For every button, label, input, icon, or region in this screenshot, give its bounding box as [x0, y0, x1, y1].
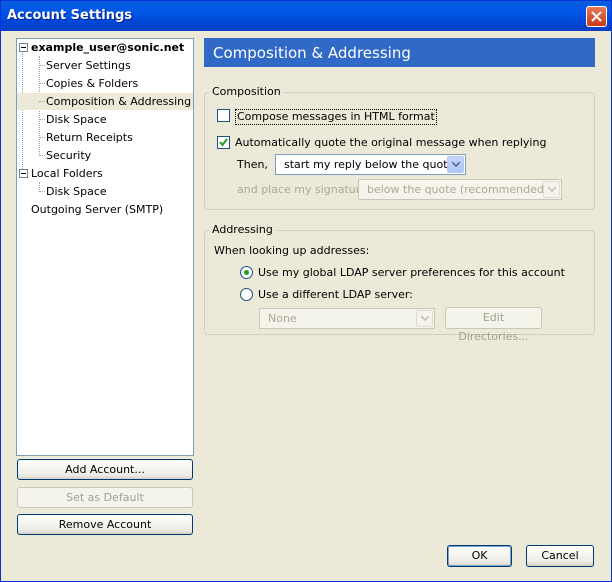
dropdown-arrow[interactable]	[447, 156, 464, 173]
set-default-button[interactable]: Set as Default	[17, 487, 193, 508]
tree-item-return-receipts[interactable]: Return Receipts	[46, 129, 133, 146]
add-account-button[interactable]: Add Account...	[17, 459, 193, 480]
chevron-down-icon	[548, 187, 556, 192]
tree-branch	[39, 137, 45, 138]
chevron-down-icon	[452, 162, 460, 167]
remove-account-button[interactable]: Remove Account	[17, 514, 193, 535]
composition-legend: Composition	[209, 85, 284, 99]
title-bar[interactable]: Account Settings	[1, 1, 611, 31]
tree-outgoing-server[interactable]: Outgoing Server (SMTP)	[31, 201, 163, 218]
ldap-server-value: None	[268, 312, 297, 325]
window-title: Account Settings	[7, 8, 133, 23]
auto-quote-label[interactable]: Automatically quote the original message…	[235, 136, 546, 150]
close-icon	[591, 11, 602, 22]
different-ldap-radio[interactable]	[240, 288, 253, 301]
collapse-icon[interactable]	[19, 169, 28, 178]
signature-position-select[interactable]: below the quote (recommended)	[358, 179, 562, 200]
different-ldap-label[interactable]: Use a different LDAP server:	[258, 288, 413, 302]
reply-position-value: start my reply below the quote	[284, 158, 455, 171]
signature-label: and place my signature	[237, 183, 367, 196]
tree-item-server-settings[interactable]: Server Settings	[46, 57, 131, 74]
dropdown-arrow[interactable]	[543, 181, 560, 198]
close-button[interactable]	[586, 6, 607, 27]
checkmark-icon	[219, 138, 228, 147]
account-settings-window: Account Settings example_user@sonic.net …	[0, 0, 612, 582]
tree-item-copies-folders[interactable]: Copies & Folders	[46, 75, 138, 92]
panel-title: Composition & Addressing	[213, 44, 411, 62]
tree-item-local-disk-space[interactable]: Disk Space	[46, 183, 107, 200]
account-tree[interactable]: example_user@sonic.net Server Settings C…	[16, 38, 194, 456]
tree-branch	[39, 101, 45, 102]
then-label: Then,	[237, 158, 268, 171]
tree-item-label: Composition & Addressing	[46, 95, 192, 108]
html-format-checkbox[interactable]	[217, 109, 230, 122]
edit-directories-button[interactable]: Edit Directories...	[445, 307, 542, 343]
chevron-down-icon	[421, 316, 429, 321]
tree-branch	[39, 65, 45, 66]
html-format-label[interactable]: Compose messages in HTML format	[235, 109, 437, 125]
collapse-icon[interactable]	[19, 43, 28, 52]
global-ldap-radio[interactable]	[240, 266, 253, 279]
cancel-button[interactable]: Cancel	[526, 545, 594, 567]
tree-guide-line	[22, 52, 23, 177]
reply-position-select[interactable]: start my reply below the quote	[275, 154, 466, 175]
auto-quote-checkbox[interactable]	[217, 136, 230, 149]
tree-local-folders[interactable]: Local Folders	[31, 165, 103, 182]
tree-branch	[39, 155, 45, 156]
addressing-legend: Addressing	[209, 223, 276, 237]
tree-branch	[39, 83, 45, 84]
ok-button[interactable]: OK	[447, 545, 512, 567]
lookup-intro-label: When looking up addresses:	[214, 244, 370, 257]
panel-header: Composition & Addressing	[204, 38, 595, 67]
tree-branch	[39, 191, 45, 192]
dropdown-arrow[interactable]	[416, 310, 433, 327]
global-ldap-label[interactable]: Use my global LDAP server preferences fo…	[258, 266, 565, 280]
tree-item-security[interactable]: Security	[46, 147, 91, 164]
tree-branch	[39, 119, 45, 120]
tree-account[interactable]: example_user@sonic.net	[31, 39, 184, 56]
signature-position-value: below the quote (recommended)	[367, 183, 549, 196]
ldap-server-select[interactable]: None	[259, 308, 435, 329]
tree-item-disk-space[interactable]: Disk Space	[46, 111, 107, 128]
